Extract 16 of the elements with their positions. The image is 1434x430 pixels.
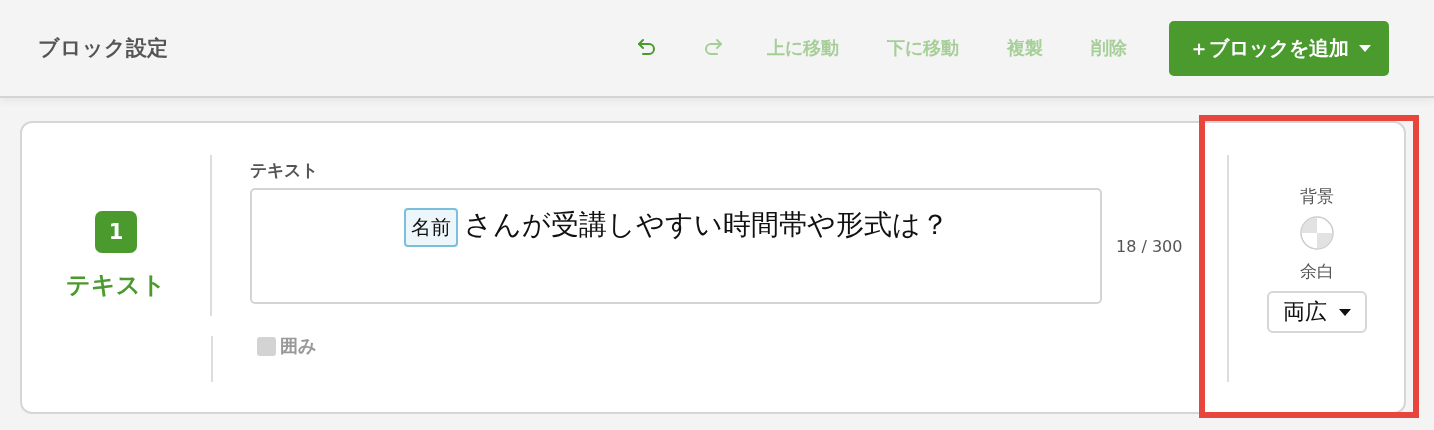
- field-text: さんが受講しやすい時間帯や形式は？: [463, 208, 949, 241]
- block-type-label: テキスト: [66, 269, 166, 301]
- margin-label: 余白: [1299, 260, 1334, 283]
- margin-dropdown[interactable]: 両広: [1266, 291, 1367, 333]
- transparent-swatch-icon[interactable]: [1299, 216, 1334, 250]
- field-label: テキスト: [250, 159, 319, 182]
- caret-icon: [1359, 44, 1371, 52]
- page-title: ブロック設定: [38, 35, 169, 62]
- name-tag: 名前: [403, 208, 458, 247]
- background-label: 背景: [1299, 185, 1334, 208]
- caret-icon: [1338, 308, 1351, 316]
- add-block-button[interactable]: ＋ブロックを追加: [1169, 20, 1389, 76]
- character-counter: 18 / 300: [1116, 236, 1183, 256]
- checkbox-label: 囲み: [280, 334, 316, 358]
- text-input-field[interactable]: 名前 さんが受講しやすい時間帯や形式は？: [250, 188, 1102, 304]
- block-number-badge: 1: [95, 210, 137, 253]
